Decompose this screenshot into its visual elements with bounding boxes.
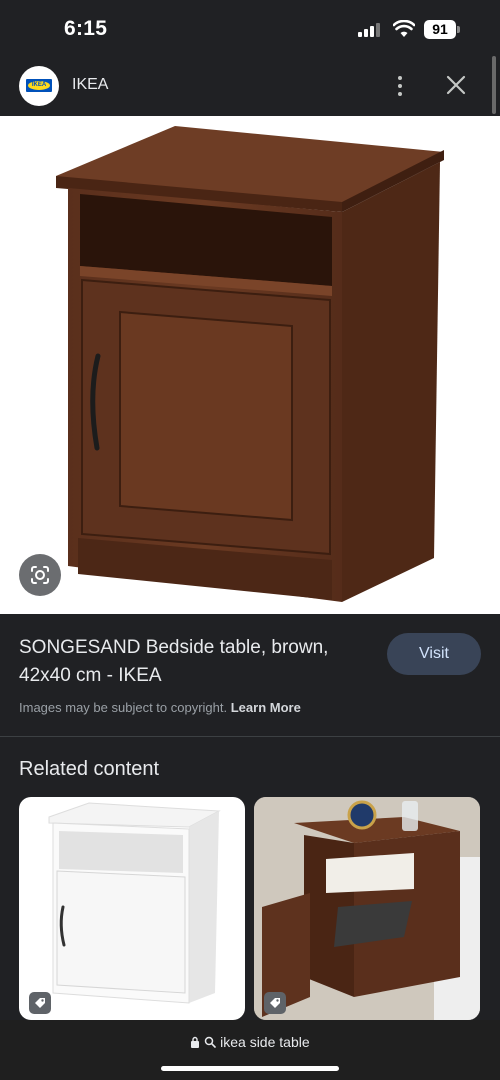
logo-text: IKEA — [31, 82, 47, 88]
close-icon[interactable] — [443, 72, 469, 98]
visit-button[interactable]: Visit — [387, 633, 481, 675]
result-title[interactable]: SONGESAND Bedside table, brown, 42x40 cm… — [19, 634, 379, 690]
lens-icon — [31, 566, 49, 584]
status-time: 6:15 — [64, 17, 108, 40]
bedside-table-illustration — [56, 126, 444, 602]
related-card-brown-table[interactable] — [254, 797, 480, 1020]
wifi-icon — [393, 20, 415, 37]
product-image[interactable] — [0, 116, 500, 614]
status-bar: 6:15 91 — [0, 0, 500, 58]
tag-icon — [264, 992, 286, 1014]
cellular-signal-icon — [358, 23, 384, 37]
brown-table-image — [254, 797, 480, 1020]
tag-icon — [29, 992, 51, 1014]
white-table-image — [48, 802, 221, 1004]
google-lens-button[interactable] — [19, 554, 61, 596]
battery-icon: 91 — [424, 20, 460, 39]
battery-level: 91 — [424, 20, 456, 39]
ikea-logo[interactable]: IKEA — [19, 66, 59, 106]
copyright-text: Images may be subject to copyright. — [19, 700, 228, 715]
search-query[interactable]: ikea side table — [220, 1034, 310, 1050]
related-content-heading: Related content — [19, 758, 160, 780]
address-bar[interactable]: ikea side table — [0, 1020, 500, 1080]
source-header: IKEA IKEA — [0, 58, 500, 116]
divider — [0, 736, 500, 737]
more-options-icon[interactable] — [390, 73, 410, 99]
site-name[interactable]: IKEA — [72, 76, 108, 94]
copyright-notice: Images may be subject to copyright. Lear… — [19, 700, 301, 715]
search-icon — [204, 1036, 217, 1048]
home-indicator[interactable] — [161, 1066, 339, 1071]
related-card-white-table[interactable] — [19, 797, 245, 1020]
learn-more-link[interactable]: Learn More — [231, 700, 301, 715]
lock-icon — [191, 1036, 200, 1048]
address-query-row[interactable]: ikea side table — [0, 1034, 500, 1050]
